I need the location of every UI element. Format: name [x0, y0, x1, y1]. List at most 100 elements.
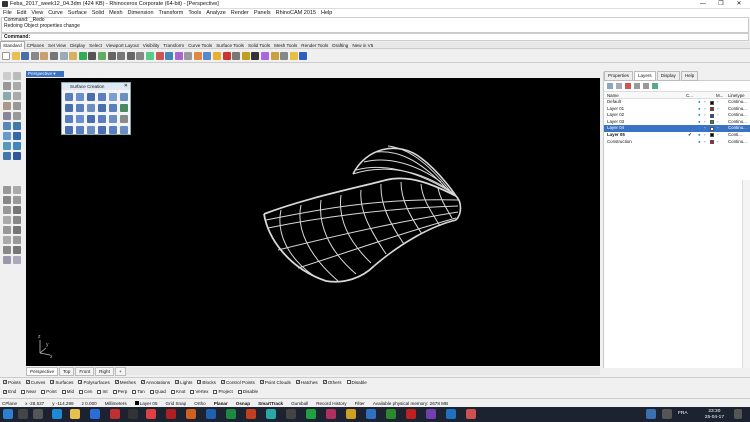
surface-loft-icon[interactable]: [120, 93, 128, 101]
tab-new-in-v5[interactable]: New in V5: [350, 42, 375, 49]
filter-meshes[interactable]: ✓ Meshes: [114, 380, 136, 385]
filter-checkbox[interactable]: ✓: [25, 380, 30, 384]
filter-checkbox[interactable]: ✓: [3, 380, 7, 384]
lock-icon[interactable]: ▫: [704, 139, 706, 146]
osnap-perp[interactable]: Perp: [112, 389, 127, 394]
layer-name[interactable]: Layer 05: [607, 132, 625, 139]
layer-color-swatch[interactable]: [710, 100, 714, 105]
osnap-mid[interactable]: Mid: [61, 389, 74, 394]
new-sublayer-icon[interactable]: [616, 83, 622, 89]
group-icon[interactable]: [13, 246, 21, 254]
surface-rebuild-icon[interactable]: [109, 126, 117, 134]
render-sphere-icon[interactable]: [241, 51, 250, 60]
four-views-icon[interactable]: [145, 51, 154, 60]
material-icon[interactable]: ◦: [717, 125, 719, 132]
point-icon[interactable]: [13, 72, 21, 80]
fillet-icon[interactable]: [13, 152, 21, 160]
filter-checkbox[interactable]: ✓: [140, 380, 145, 384]
menu-rhinocam[interactable]: RhinoCAM 2015: [276, 9, 316, 17]
app-icon-blue2[interactable]: [446, 409, 456, 419]
powerpoint-icon[interactable]: [246, 409, 256, 419]
tab-display-panel[interactable]: Display: [656, 71, 680, 81]
surface-heightfield-icon[interactable]: [120, 104, 128, 112]
lightbulb-icon[interactable]: [289, 51, 298, 60]
osnap-tan[interactable]: Tan: [132, 389, 145, 394]
acrobat-icon[interactable]: [166, 409, 176, 419]
surface-extend-icon[interactable]: [98, 126, 106, 134]
osnap-int[interactable]: Int: [97, 389, 108, 394]
app-icon-blue[interactable]: [366, 409, 376, 419]
command-history[interactable]: Command: _Redo Redoing Object properties…: [1, 17, 749, 33]
tools-icon[interactable]: [280, 51, 289, 60]
layer-linetype[interactable]: Continu...: [728, 99, 747, 106]
material-icon[interactable]: [261, 51, 270, 60]
surface-sweep1-icon[interactable]: [76, 104, 84, 112]
ellipse-icon[interactable]: [13, 102, 21, 110]
tab-render-tools[interactable]: Render Tools: [299, 42, 330, 49]
column-current[interactable]: C...: [686, 92, 693, 99]
status-osnap[interactable]: Osnap: [236, 401, 250, 406]
tab-standard[interactable]: Standard: [0, 41, 25, 49]
filter-checkbox[interactable]: ✓: [322, 380, 327, 384]
material-icon[interactable]: ◦: [717, 106, 719, 113]
add-viewport-tab-button[interactable]: +: [114, 366, 126, 376]
join-icon[interactable]: [3, 196, 11, 204]
line-icon[interactable]: [3, 82, 11, 90]
lock-icon[interactable]: [193, 51, 202, 60]
layer-name[interactable]: Default: [607, 99, 621, 106]
surface-corner-icon[interactable]: [76, 93, 84, 101]
tab-viewport-layout[interactable]: Viewport Layout: [104, 42, 141, 49]
viewport-tab-top[interactable]: Top: [59, 366, 75, 376]
tray-network-icon[interactable]: [646, 409, 656, 419]
app-icon-pink[interactable]: [326, 409, 336, 419]
scale-icon[interactable]: [13, 216, 21, 224]
layer-linetype[interactable]: Continu...: [728, 125, 747, 132]
move-up-icon[interactable]: [634, 83, 640, 89]
move-down-icon[interactable]: [643, 83, 649, 89]
help-icon[interactable]: [299, 51, 308, 60]
osnap-checkbox[interactable]: [213, 389, 218, 394]
material-icon[interactable]: ◦: [717, 112, 719, 119]
column-linetype[interactable]: Linetype: [728, 92, 745, 99]
layer-row[interactable]: Layer 04 ● ▫ ◦ Continu...: [604, 125, 750, 132]
filter-polysurfaces[interactable]: ✓ Polysurfaces: [78, 380, 110, 385]
notifications-icon[interactable]: [734, 409, 742, 419]
cplane-label[interactable]: CPlane: [2, 401, 17, 406]
app-icon-teal[interactable]: [266, 409, 276, 419]
tab-cplanes[interactable]: CPlanes: [25, 42, 46, 49]
status-ortho[interactable]: Ortho: [194, 401, 206, 406]
hatch-icon[interactable]: [3, 246, 11, 254]
sphere-solid-icon[interactable]: [13, 132, 21, 140]
menu-surface[interactable]: Surface: [68, 9, 87, 17]
surface-offset-icon[interactable]: [87, 115, 95, 123]
osnap-cen[interactable]: Cen: [79, 389, 92, 394]
surface-network-icon[interactable]: [98, 104, 106, 112]
layer-color-swatch[interactable]: [710, 113, 714, 118]
cplane-icon[interactable]: [155, 51, 164, 60]
tab-properties[interactable]: Properties: [604, 71, 633, 81]
analyze-icon[interactable]: [3, 256, 11, 264]
surface-cap-icon[interactable]: [87, 126, 95, 134]
layer-color-swatch[interactable]: [710, 133, 714, 138]
surface-chamfer-icon[interactable]: [109, 115, 117, 123]
surface-revolve-icon[interactable]: [65, 104, 73, 112]
layer-row[interactable]: Layer 03 ● ▫ ◦ Continu...: [604, 119, 750, 126]
maximize-button[interactable]: ❐: [712, 0, 730, 9]
menu-solid[interactable]: Solid: [92, 9, 104, 17]
filter-icon[interactable]: [652, 83, 658, 89]
filter-checkbox[interactable]: ✓: [175, 380, 180, 384]
select-icon[interactable]: [174, 51, 183, 60]
status-smarttrack[interactable]: SmartTrack: [258, 401, 283, 406]
status-grid-snap[interactable]: Grid Snap: [166, 401, 187, 406]
status-filter[interactable]: Filter: [355, 401, 365, 406]
osnap-checkbox[interactable]: [79, 389, 84, 394]
app-icon-purple[interactable]: [426, 409, 436, 419]
osnap-checkbox[interactable]: [61, 389, 66, 394]
material-icon[interactable]: ◦: [717, 119, 719, 126]
menu-view[interactable]: View: [31, 9, 43, 17]
units-label[interactable]: Millimeters: [105, 401, 127, 406]
filter-lights[interactable]: ✓ Lights: [175, 380, 192, 385]
osnap-checkbox[interactable]: [41, 389, 46, 394]
tab-transform[interactable]: Transform: [161, 42, 186, 49]
layer-name[interactable]: Layer 04: [607, 125, 624, 132]
